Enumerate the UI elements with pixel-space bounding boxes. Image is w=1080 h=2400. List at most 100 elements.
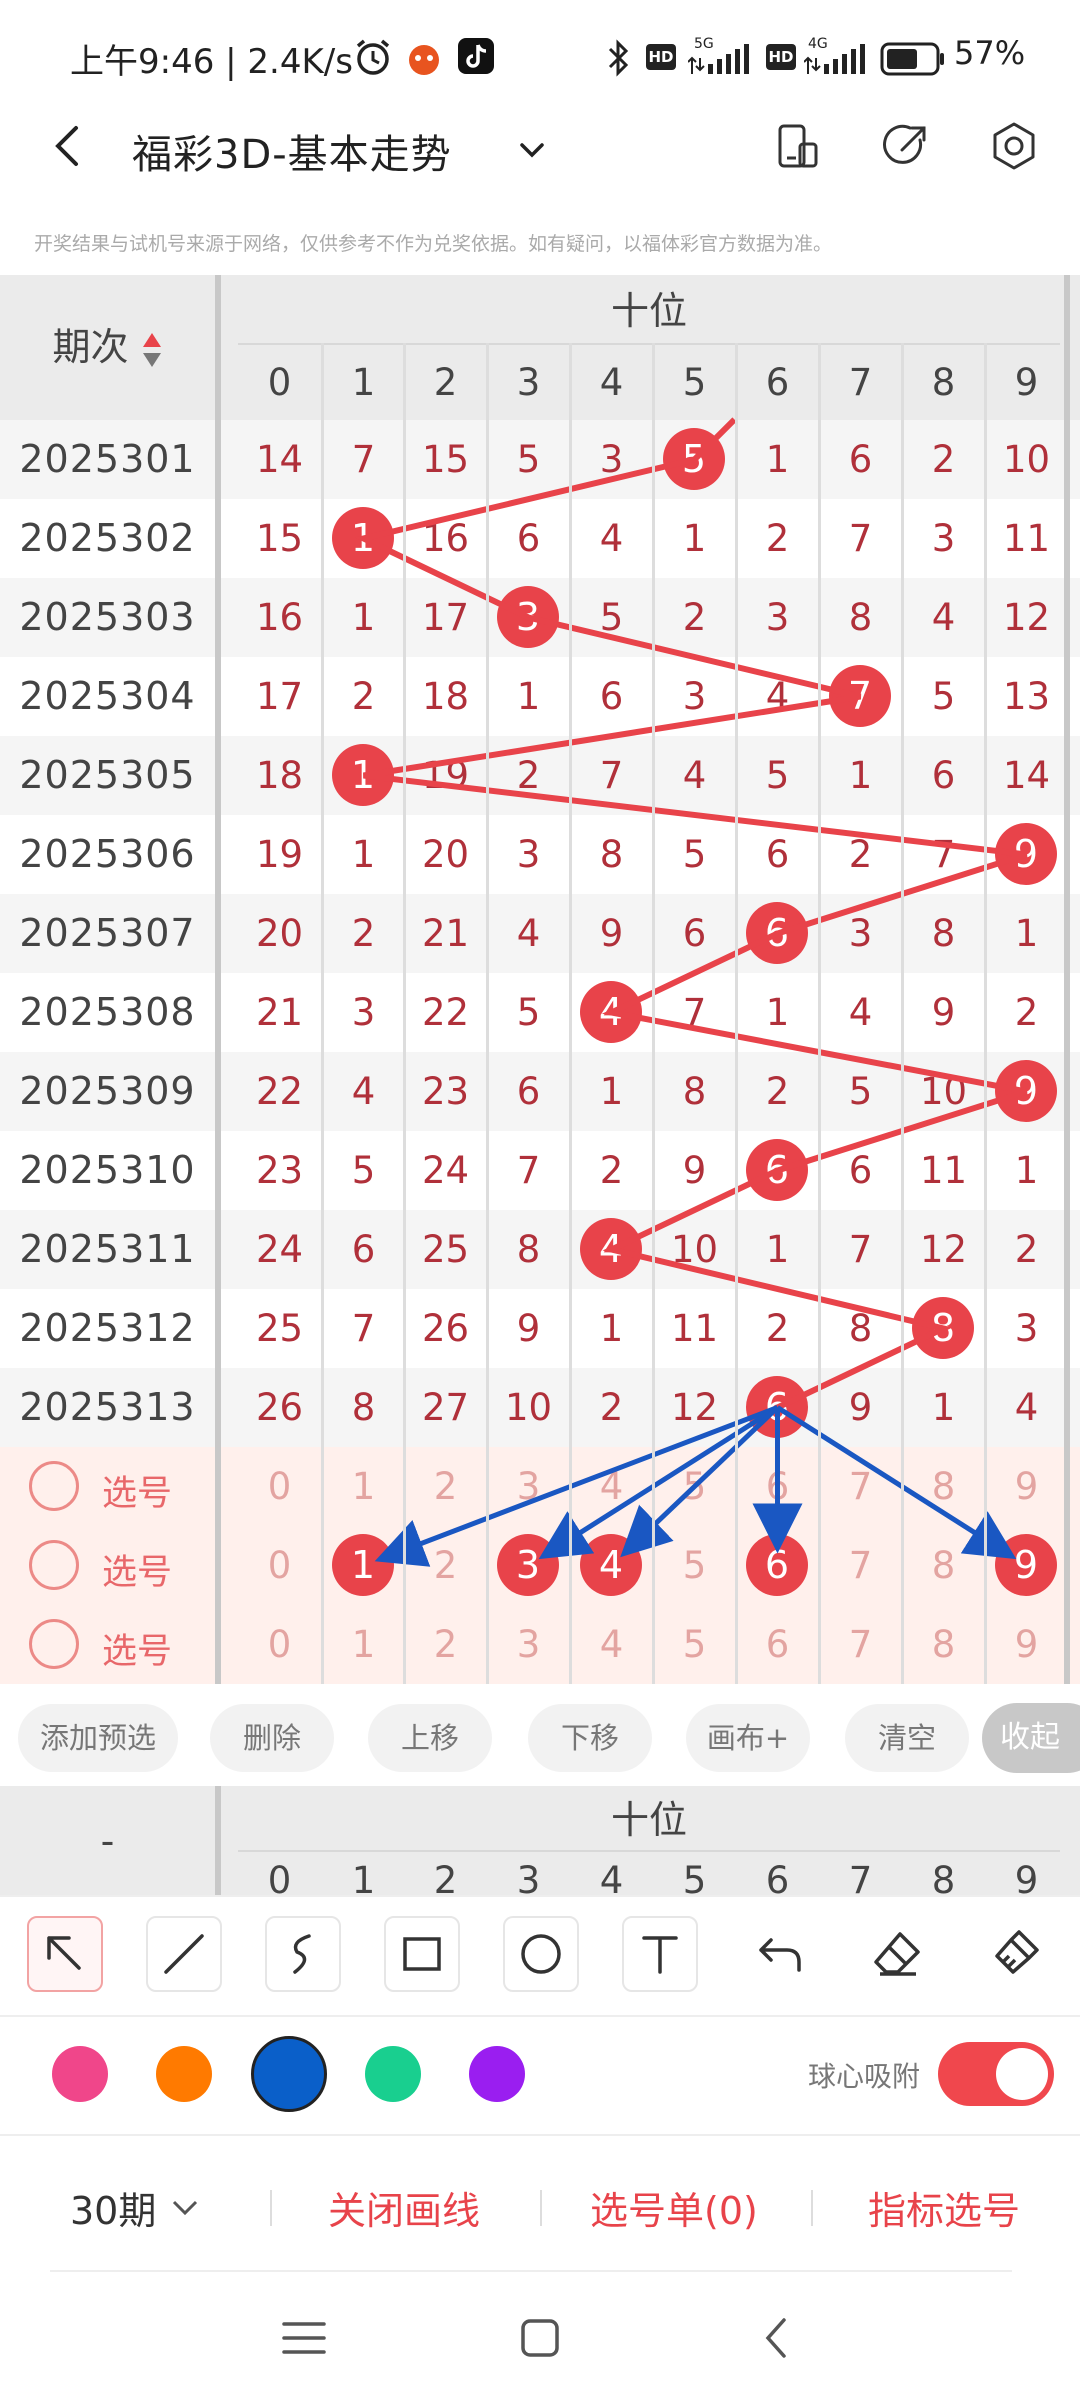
indicator-pick-button[interactable]: 指标选号 xyxy=(868,2180,1020,2235)
lower-digit-header-6: 6 xyxy=(765,1859,790,1896)
toolbar-button[interactable]: 下移 xyxy=(528,1704,652,1772)
column-grid-line xyxy=(569,343,572,1684)
settings-icon[interactable] xyxy=(988,120,1040,172)
color-swatch[interactable] xyxy=(52,2046,108,2102)
undo-tool[interactable] xyxy=(741,1916,817,1992)
back-icon[interactable] xyxy=(42,120,94,172)
clear-brush-tool[interactable] xyxy=(979,1916,1055,1992)
circle-tool[interactable] xyxy=(503,1916,579,1992)
snap-toggle[interactable] xyxy=(938,2042,1054,2106)
divider xyxy=(540,2190,542,2226)
curve-icon xyxy=(293,1934,311,1974)
curve-tool[interactable] xyxy=(265,1916,341,1992)
tools-separator xyxy=(0,1895,1080,1897)
trend-table: 期次 十位 0123456789 20253011471553516210202… xyxy=(0,275,1080,1687)
snap-label: 球心吸附 xyxy=(808,2060,921,2093)
page-title[interactable]: 福彩3D-基本走势 xyxy=(132,122,452,180)
circle-icon xyxy=(521,1934,561,1974)
page-title-text: 福彩3D-基本走势 xyxy=(132,132,452,178)
text-icon xyxy=(642,1936,678,1974)
home-nav-icon[interactable] xyxy=(514,2312,566,2364)
signal-icon xyxy=(688,44,749,74)
colors-separator xyxy=(0,2134,1080,2136)
eraser-icon xyxy=(874,1932,920,1976)
battery-percent: 57% xyxy=(954,34,1026,72)
disclaimer-text: 开奖结果与试机号来源于网络，仅供参考不作为兑奖依据。如有疑问，以福体彩官方数据为… xyxy=(34,233,833,255)
toolbar-button[interactable]: 上移 xyxy=(368,1704,492,1772)
projection-arrow xyxy=(620,1405,780,1558)
lower-group-header: 十位 xyxy=(610,1798,687,1842)
color-swatch[interactable] xyxy=(469,2046,525,2102)
menu-nav-icon[interactable] xyxy=(278,2312,330,2364)
divider xyxy=(811,2190,813,2226)
rectangle-icon xyxy=(403,1937,441,1971)
column-grid-line xyxy=(735,343,738,1684)
column-grid-line xyxy=(403,343,406,1684)
color-swatch[interactable] xyxy=(251,2036,327,2112)
collapse-button[interactable]: 收起 xyxy=(982,1703,1080,1773)
signal-icon-2 xyxy=(804,44,865,74)
rectangle-tool[interactable] xyxy=(384,1916,460,1992)
clear-brush-icon xyxy=(995,1930,1039,1974)
column-grid-line xyxy=(901,343,904,1684)
toolbar-button[interactable]: 添加预选 xyxy=(18,1704,178,1772)
lower-digit-header-4: 4 xyxy=(599,1859,624,1896)
lower-digit-header-3: 3 xyxy=(516,1859,541,1896)
eraser-tool[interactable] xyxy=(860,1916,936,1992)
share-icon[interactable] xyxy=(880,120,932,172)
lower-digit-header-0: 0 xyxy=(267,1859,292,1896)
divider xyxy=(270,2190,272,2226)
periods-label: 30期 xyxy=(70,2189,157,2233)
toolbar-button[interactable]: 画布+ xyxy=(686,1704,810,1772)
lower-digit-header-7: 7 xyxy=(848,1859,873,1896)
snap-toggle-knob xyxy=(996,2048,1048,2100)
tiktok-icon xyxy=(458,38,494,74)
hd-badge: HD xyxy=(646,44,676,70)
lower-table-header: - 十位 0 1 2 3 4 5 6 7 8 9 xyxy=(0,1786,1080,1896)
lower-divider xyxy=(215,1786,221,1896)
color-swatch[interactable] xyxy=(156,2046,212,2102)
bottom-separator xyxy=(50,2270,1012,2272)
device-icon[interactable] xyxy=(772,120,824,172)
pick-list-button[interactable]: 选号单(0) xyxy=(590,2180,758,2235)
column-grid-line xyxy=(486,343,489,1684)
hd-badge-2: HD xyxy=(766,44,796,70)
toolbar-button[interactable]: 删除 xyxy=(210,1704,334,1772)
status-time-speed: 上午9:46 | 2.4K/s xyxy=(70,42,353,82)
lower-header-divider xyxy=(238,1850,1060,1852)
column-grid-line xyxy=(984,343,987,1684)
bluetooth-icon xyxy=(608,39,629,77)
trend-line-overlay xyxy=(354,417,1028,1567)
back-nav-icon[interactable] xyxy=(752,2312,804,2364)
line-tool[interactable] xyxy=(146,1916,222,1992)
toolbar-button[interactable]: 清空 xyxy=(845,1704,969,1772)
lower-digit-header-9: 9 xyxy=(1014,1859,1039,1896)
lower-digit-header-1: 1 xyxy=(351,1859,376,1896)
projection-arrow xyxy=(776,1405,1017,1560)
undo-icon xyxy=(759,1938,801,1972)
app-notification-icon xyxy=(409,45,439,75)
line-icon xyxy=(164,1934,204,1974)
column-grid-line xyxy=(652,343,655,1684)
pointer-tool[interactable] xyxy=(27,1916,103,1992)
close-lines-button[interactable]: 关闭画线 xyxy=(328,2180,480,2235)
column-grid-line xyxy=(818,343,821,1684)
alarm-icon xyxy=(356,39,390,75)
lower-digit-header-5: 5 xyxy=(682,1859,707,1896)
pointer-icon xyxy=(47,1936,81,1970)
lower-digit-header-2: 2 xyxy=(433,1859,458,1896)
status-bar: 上午9:46 | 2.4K/s HD 5G HD 4G 57% xyxy=(0,0,1080,115)
battery-icon xyxy=(880,42,944,76)
chevron-down-icon xyxy=(173,2200,198,2216)
period-column-divider xyxy=(215,275,221,1684)
text-tool[interactable] xyxy=(622,1916,698,1992)
chevron-down-icon[interactable] xyxy=(516,134,548,166)
color-swatch[interactable] xyxy=(365,2046,421,2102)
periods-select[interactable]: 30期 xyxy=(70,2180,202,2235)
column-grid-line xyxy=(321,343,324,1684)
trend-line xyxy=(354,456,1028,1411)
lower-period-header: - xyxy=(100,1819,115,1863)
tools-separator-2 xyxy=(0,2015,1080,2017)
lower-digit-header-8: 8 xyxy=(931,1859,956,1896)
right-border xyxy=(1064,275,1070,1684)
